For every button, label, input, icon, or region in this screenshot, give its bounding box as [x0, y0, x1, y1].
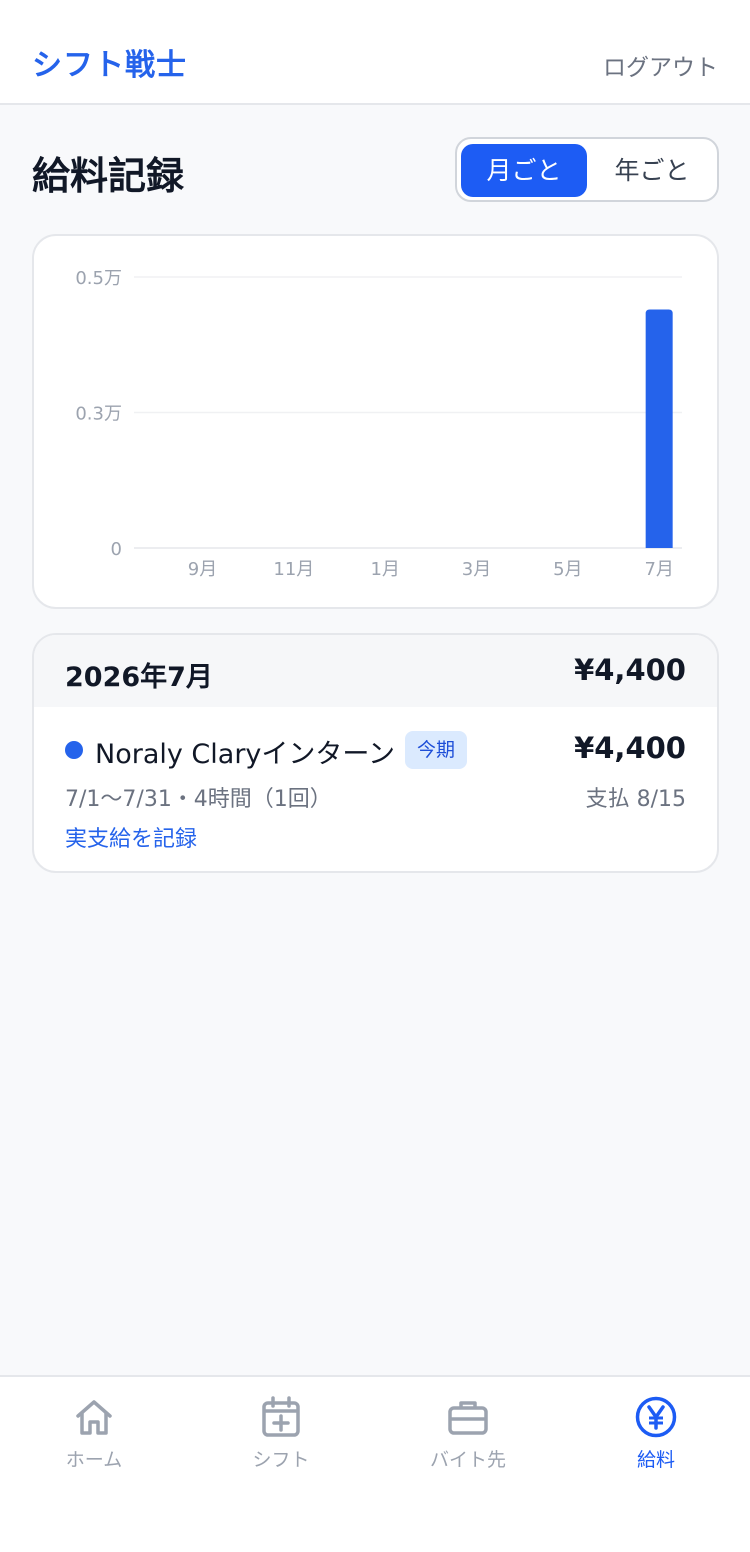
- salary-chart-card: 0 0.3万 0.5万 9月 11月 1月 3月 5月 7月: [32, 234, 719, 609]
- entry-payday: 支払 8/15: [585, 787, 686, 812]
- nav-label-shift: シフト: [252, 1449, 310, 1471]
- y-tick-label: 0.5万: [75, 268, 122, 289]
- workplace-color-dot: [65, 741, 83, 759]
- month-label: 2026年7月: [65, 662, 213, 693]
- app-header: シフト戦士 ログアウト: [0, 0, 750, 105]
- nav-label-salary: 給料: [636, 1449, 675, 1471]
- nav-label-workplace: バイト先: [429, 1449, 506, 1471]
- current-period-badge: 今期: [405, 731, 468, 769]
- yearly-toggle-button[interactable]: 年ごと: [589, 144, 715, 197]
- app-title: シフト戦士: [32, 48, 187, 83]
- home-icon: [76, 1400, 112, 1435]
- bottom-nav: ホーム シフト バイト先 給料: [0, 1375, 750, 1552]
- yen-circle-icon: [635, 1396, 677, 1438]
- salary-month-card: 2026年7月 ¥4,400 Noraly Claryインターン 今期 ¥4,4…: [32, 633, 719, 873]
- x-tick-label: 7月: [644, 559, 673, 580]
- entry-detail: 7/1〜7/31・4時間（1回）: [65, 787, 332, 812]
- month-header: 2026年7月 ¥4,400: [34, 635, 717, 707]
- month-total: ¥4,400: [574, 653, 686, 687]
- page-title: 給料記録: [32, 154, 185, 198]
- y-tick-label: 0.3万: [75, 404, 122, 425]
- nav-item-home[interactable]: ホーム: [19, 1395, 169, 1472]
- x-tick-label: 3月: [462, 559, 491, 580]
- y-tick-label: 0: [111, 539, 122, 560]
- salary-bar-chart: 0 0.3万 0.5万 9月 11月 1月 3月 5月 7月: [75, 268, 682, 580]
- record-actual-pay-link[interactable]: 実支給を記録: [65, 821, 197, 853]
- monthly-toggle-button[interactable]: 月ごと: [461, 144, 587, 197]
- nav-label-home: ホーム: [65, 1449, 123, 1471]
- logout-button[interactable]: ログアウト: [603, 48, 718, 82]
- nav-item-shift[interactable]: シフト: [206, 1395, 356, 1472]
- nav-item-salary[interactable]: 給料: [581, 1395, 731, 1472]
- x-tick-label: 11月: [273, 559, 314, 580]
- view-toggle: 月ごと 年ごと: [455, 137, 719, 202]
- calendar-plus-icon: [262, 1396, 300, 1437]
- bar-7月[interactable]: [645, 309, 673, 548]
- nav-item-workplace[interactable]: バイト先: [393, 1395, 543, 1472]
- workplace-name: Noraly Claryインターン: [95, 739, 396, 770]
- entry-amount: ¥4,400: [574, 731, 686, 765]
- x-tick-label: 5月: [553, 559, 582, 580]
- x-tick-label: 1月: [370, 559, 399, 580]
- x-tick-label: 9月: [188, 559, 217, 580]
- briefcase-icon: [448, 1401, 488, 1435]
